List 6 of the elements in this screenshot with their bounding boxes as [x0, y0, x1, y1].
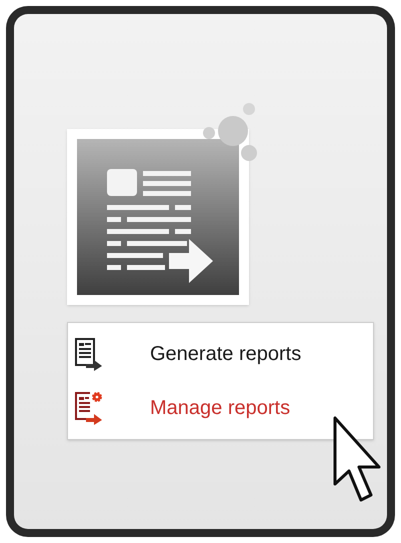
menu-item[interactable]: Manage reports	[68, 381, 373, 435]
report-export-icon	[77, 139, 239, 295]
document-arrow-icon	[74, 337, 104, 371]
report-tile[interactable]	[67, 129, 249, 305]
menu-item[interactable]: Generate reports	[68, 327, 373, 381]
document-gear-icon	[74, 391, 104, 425]
